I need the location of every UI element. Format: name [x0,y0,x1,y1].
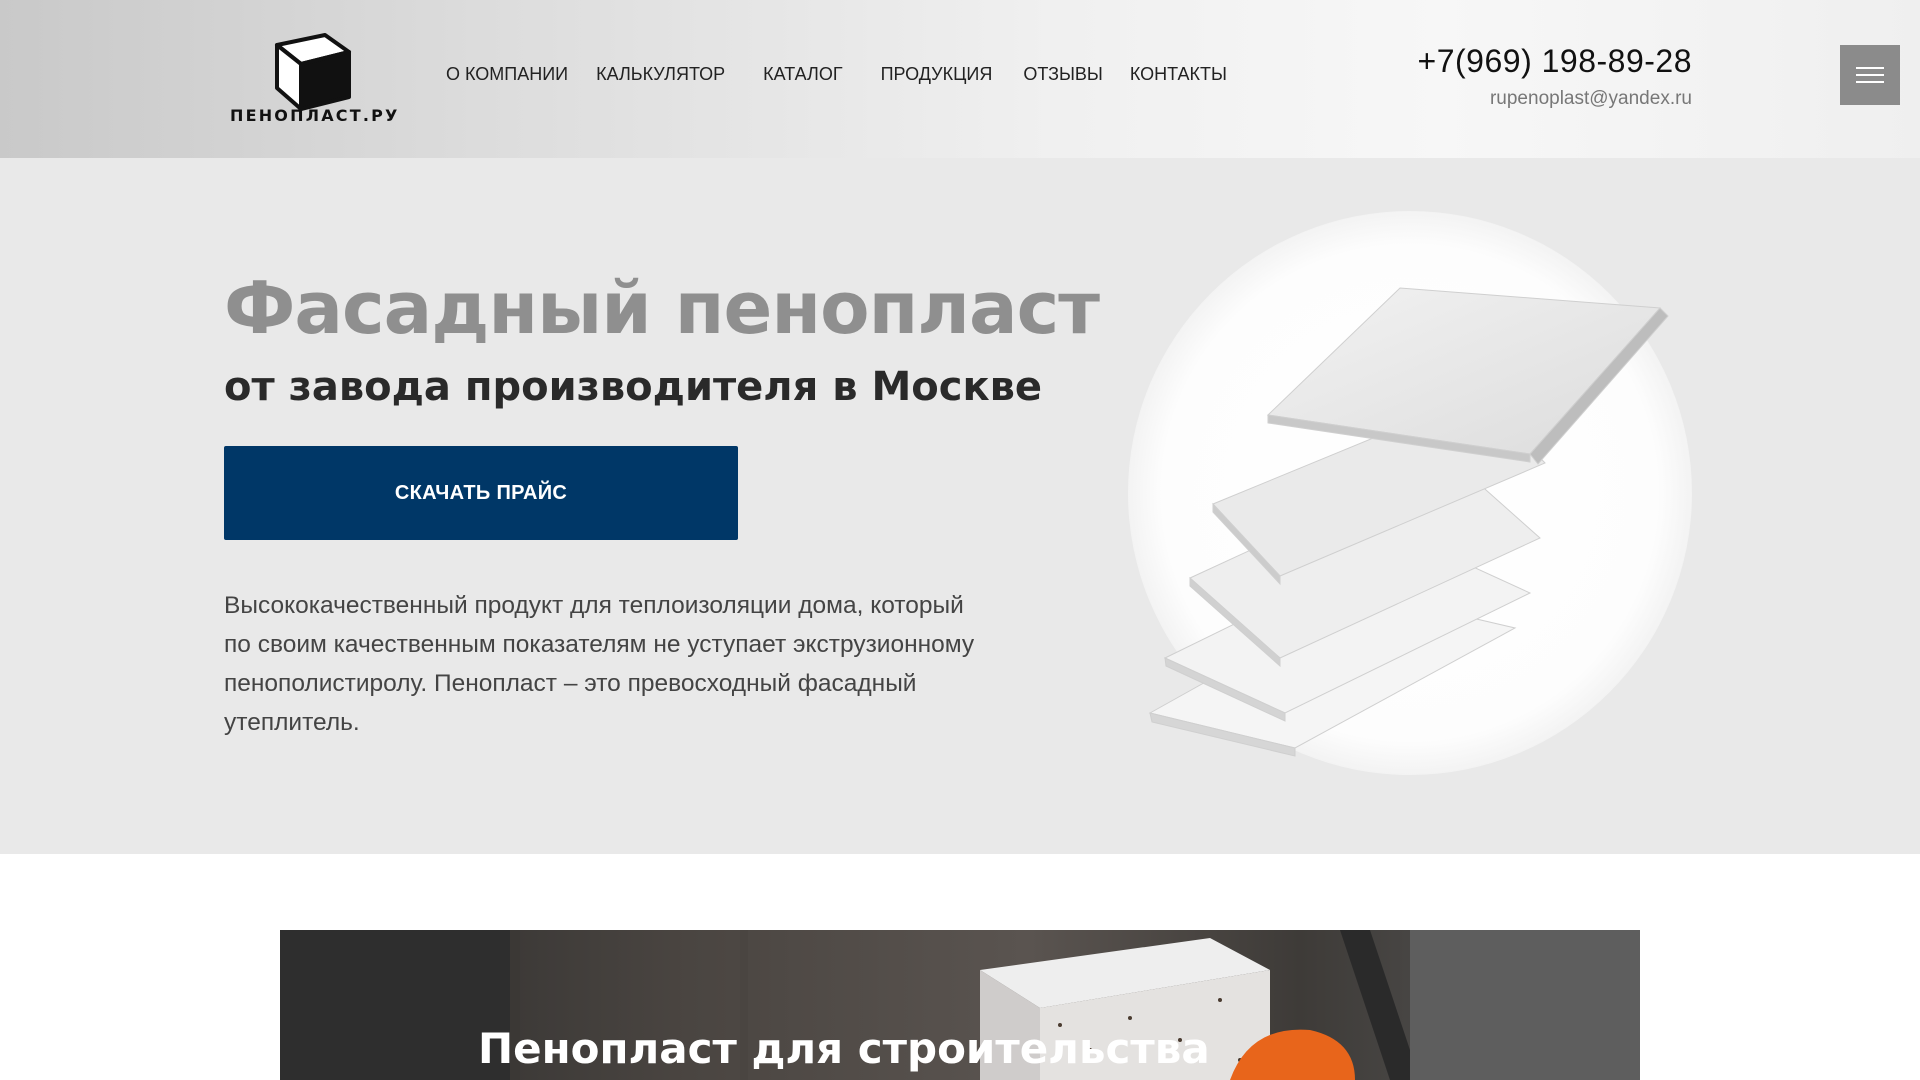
nav-item-about[interactable]: О компании [446,64,568,85]
nav-item-contacts[interactable]: Контакты [1130,64,1227,85]
promo-banner: Пенопласт для строительства [280,930,1640,1080]
hamburger-icon-line [1856,74,1884,76]
hero-description: Высококачественный продукт для теплоизол… [224,592,975,736]
hero-title: Фасадный пенопласт [224,266,1100,350]
phone-number[interactable]: +7(969) 198-89-28 [1418,43,1692,80]
nav-item-catalog[interactable]: Каталог [763,64,842,85]
promo-title: Пенопласт для строительства [478,1024,1210,1073]
nav-item-products[interactable]: Продукция [881,64,993,85]
hamburger-icon-line [1856,67,1884,69]
hero-subtitle: от завода производителя в Москве [224,364,1043,410]
hamburger-menu-button[interactable] [1840,45,1900,105]
foam-sheets-image [1128,211,1692,775]
main-nav: О компании Калькулятор Каталог Продукция… [446,64,1227,85]
hamburger-icon-line [1856,81,1884,83]
download-price-button[interactable]: Скачать прайс [224,446,738,540]
site-header: ПЕНОПЛАСТ.РУ О компании Калькулятор Ката… [0,0,1920,158]
logo-text[interactable]: ПЕНОПЛАСТ.РУ [230,106,400,125]
email-address[interactable]: rupenoplast@yandex.ru [1490,88,1692,110]
nav-item-calculator[interactable]: Калькулятор [596,64,725,85]
nav-item-reviews[interactable]: Отзывы [1023,64,1103,85]
hero-section: Фасадный пенопласт от завода производите… [0,158,1920,854]
